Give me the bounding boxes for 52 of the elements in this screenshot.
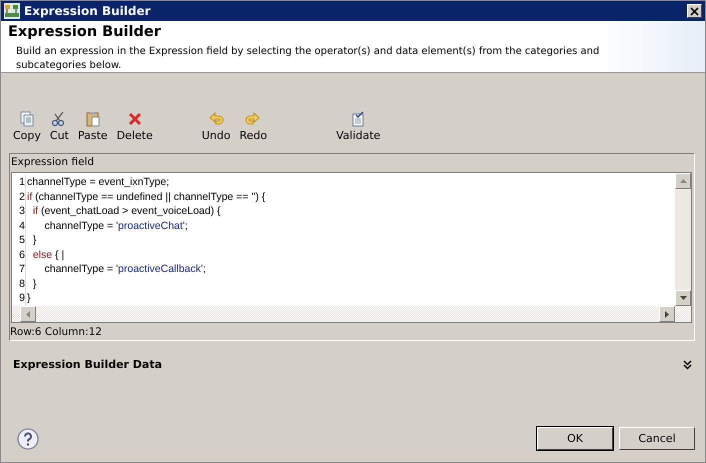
help-icon [17, 428, 39, 450]
app-icon [4, 3, 20, 19]
copy-button[interactable]: Copy [9, 111, 46, 145]
code-line: if (channelType == undefined || channelType == '') { [26, 190, 266, 204]
paste-button[interactable]: Paste [74, 111, 113, 145]
cursor-position: Row:6 Column:12 [10, 325, 103, 340]
line-number: 6 [12, 248, 26, 262]
up-arrow-icon [680, 179, 686, 183]
checklist-icon [350, 111, 366, 127]
redo-arrow-icon [245, 111, 262, 127]
close-icon [690, 6, 699, 16]
line-number: 7 [12, 262, 26, 276]
x-icon [126, 111, 143, 127]
line-number: 3 [12, 204, 26, 218]
code-line: channelType = event_ixnType; [26, 175, 170, 190]
expand-toggle[interactable] [683, 360, 692, 370]
right-arrow-icon [665, 310, 669, 318]
close-button[interactable] [687, 4, 702, 18]
code-line: channelType = 'proactiveCallback'; [44, 262, 206, 276]
delete-button[interactable]: Delete [112, 111, 158, 145]
undo-button[interactable]: Undo [198, 111, 236, 145]
dialog-title: Expression Builder [8, 24, 162, 40]
line-number: 2 [12, 190, 26, 204]
undo-arrow-icon [208, 111, 224, 127]
chevron-down-icon [683, 360, 692, 370]
code-line: } [26, 291, 31, 306]
line-number: 5 [12, 233, 26, 248]
left-arrow-icon [26, 310, 30, 318]
code-line: } [32, 233, 36, 248]
code-line: if (event_chatLoad > event_voiceLoad) { [32, 204, 221, 218]
dialog-description: Build an expression in the Expression field by selecting the operator(s) and data element(s) from the categories and subcategories below. [15, 45, 600, 73]
cut-button[interactable]: Cut [46, 111, 74, 145]
code-editor[interactable] [11, 172, 692, 323]
line-number: 8 [12, 276, 26, 291]
line-number: 4 [12, 218, 26, 233]
code-line: else { | [32, 248, 64, 262]
ok-button[interactable]: OK [537, 427, 613, 450]
cancel-button[interactable]: Cancel [619, 427, 695, 450]
redo-button[interactable]: Redo [235, 111, 272, 145]
line-number: 1 [12, 175, 26, 190]
code-line: channelType = 'proactiveChat'; [44, 218, 188, 233]
vertical-scrollbar[interactable] [675, 173, 691, 306]
code-line: } [32, 276, 36, 291]
window-title: Expression Builder [24, 4, 152, 18]
down-arrow-icon [680, 296, 686, 300]
section-title: Expression Builder Data [13, 358, 162, 371]
panel-label: Expression field [10, 155, 95, 170]
validate-button[interactable]: Validate [332, 111, 386, 145]
clipboard-icon [84, 111, 101, 127]
help-button[interactable] [17, 428, 39, 450]
copy-icon [18, 111, 35, 127]
horizontal-scrollbar[interactable] [12, 306, 691, 322]
